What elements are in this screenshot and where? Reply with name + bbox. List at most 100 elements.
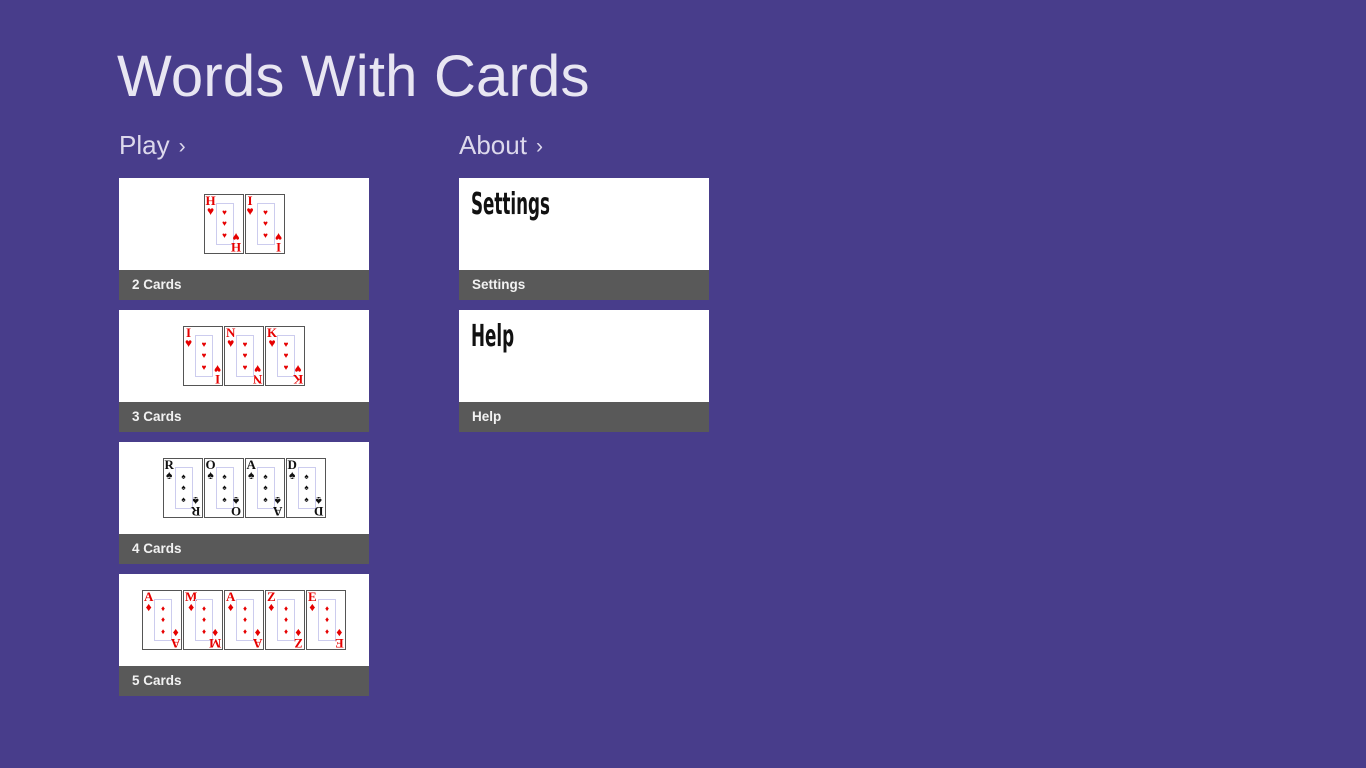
playing-card: A ♦ ♦ ♦ ♦ A ♦ xyxy=(142,590,182,651)
group-header-play-label: Play xyxy=(119,130,170,160)
card-corner-bottom-right: H ♥ xyxy=(231,230,241,255)
playing-card: R ♠ ♠ ♠ ♠ R ♠ xyxy=(162,458,203,519)
card-row-wrapper: A ♦ ♦ ♦ ♦ A ♦ M ♦ ♦ ♦ ♦ M ♦ A ♦ ♦ ♦ ♦ A … xyxy=(119,574,369,666)
card-pip-box: ♠ ♠ ♠ xyxy=(174,467,193,509)
tile-4-cards[interactable]: R ♠ ♠ ♠ ♠ R ♠ O ♠ ♠ ♠ ♠ O ♠ A ♠ ♠ ♠ ♠ A … xyxy=(119,442,369,564)
spades-icon: ♠ xyxy=(248,468,255,482)
card-corner-bottom-right: R ♠ xyxy=(191,494,200,519)
tile-3-cards[interactable]: I ♥ ♥ ♥ ♥ I ♥ N ♥ ♥ ♥ ♥ N ♥ K ♥ ♥ ♥ ♥ K … xyxy=(119,310,369,432)
diamonds-icon: ♦ xyxy=(145,600,152,614)
tile-settings[interactable]: Settings Settings xyxy=(459,178,709,300)
card-pip-box: ♦ ♦ ♦ xyxy=(154,599,172,641)
diamonds-icon: ♦ xyxy=(295,626,302,640)
tile-settings-label: Settings xyxy=(472,277,526,293)
tile-help-art-text: Help xyxy=(471,319,515,354)
card-corner-top-left: A ♦ xyxy=(226,590,235,614)
hearts-icon: ♥ xyxy=(242,362,248,372)
group-header-about[interactable]: About › xyxy=(459,132,709,166)
hearts-icon: ♥ xyxy=(246,204,254,218)
playing-card: N ♥ ♥ ♥ ♥ N ♥ xyxy=(224,326,264,387)
card-corner-bottom-right: A ♦ xyxy=(253,626,262,651)
card-row-wrapper: H ♥ ♥ ♥ ♥ H ♥ I ♥ ♥ ♥ ♥ I ♥ xyxy=(119,178,369,270)
card-pip-box: ♦ ♦ ♦ xyxy=(236,599,254,641)
hearts-icon: ♥ xyxy=(263,230,268,240)
diamonds-icon: ♦ xyxy=(336,626,343,640)
card-corner-top-left: D ♠ xyxy=(288,458,297,482)
tile-help-art: Help xyxy=(459,310,709,402)
hearts-icon: ♥ xyxy=(283,351,289,361)
tile-help[interactable]: Help Help xyxy=(459,310,709,432)
card-row: R ♠ ♠ ♠ ♠ R ♠ O ♠ ♠ ♠ ♠ O ♠ A ♠ ♠ ♠ ♠ A … xyxy=(162,458,326,519)
tile-3-cards-label: 3 Cards xyxy=(132,409,182,425)
spades-icon: ♠ xyxy=(263,483,268,493)
hearts-icon: ♥ xyxy=(201,340,207,350)
card-corner-bottom-right: A ♠ xyxy=(273,494,282,519)
hearts-icon: ♥ xyxy=(263,219,268,229)
tile-settings-art: Settings xyxy=(459,178,709,270)
spades-icon: ♠ xyxy=(289,468,296,482)
card-pip-box: ♠ ♠ ♠ xyxy=(297,467,316,509)
hearts-icon: ♥ xyxy=(222,219,227,229)
hearts-icon: ♥ xyxy=(283,362,289,372)
tiles-about: Settings Settings Help Help xyxy=(459,178,709,432)
spades-icon: ♠ xyxy=(263,472,268,482)
spades-icon: ♠ xyxy=(181,472,186,482)
spades-icon: ♠ xyxy=(181,494,186,504)
card-corner-top-left: I ♥ xyxy=(185,326,192,349)
card-corner-top-left: O ♠ xyxy=(206,458,216,482)
diamonds-icon: ♦ xyxy=(283,615,289,625)
hearts-icon: ♥ xyxy=(207,204,215,218)
tile-5-cards[interactable]: A ♦ ♦ ♦ ♦ A ♦ M ♦ ♦ ♦ ♦ M ♦ A ♦ ♦ ♦ ♦ A … xyxy=(119,574,369,696)
tile-2-cards-label: 2 Cards xyxy=(132,277,182,293)
card-corner-bottom-right: I ♥ xyxy=(213,362,221,387)
card-corner-bottom-right: K ♥ xyxy=(293,362,303,387)
card-row-wrapper: I ♥ ♥ ♥ ♥ I ♥ N ♥ ♥ ♥ ♥ N ♥ K ♥ ♥ ♥ ♥ K … xyxy=(119,310,369,402)
card-corner-bottom-right: E ♦ xyxy=(335,626,344,651)
card-corner-bottom-right: I ♥ xyxy=(275,230,283,255)
tile-2-cards[interactable]: H ♥ ♥ ♥ ♥ H ♥ I ♥ ♥ ♥ ♥ I ♥ 2 Cards xyxy=(119,178,369,300)
hearts-icon: ♥ xyxy=(213,362,221,376)
tile-settings-art-text: Settings xyxy=(471,187,551,222)
tile-3-cards-label-bar: 3 Cards xyxy=(119,402,369,432)
tile-3-cards-art: I ♥ ♥ ♥ ♥ I ♥ N ♥ ♥ ♥ ♥ N ♥ K ♥ ♥ ♥ ♥ K … xyxy=(119,310,369,402)
spades-icon: ♠ xyxy=(222,494,227,504)
card-pip-box: ♥ ♥ ♥ xyxy=(236,335,254,377)
page-title: Words With Cards xyxy=(117,44,590,109)
diamonds-icon: ♦ xyxy=(160,604,166,614)
playing-card: I ♥ ♥ ♥ ♥ I ♥ xyxy=(183,326,223,387)
chevron-right-icon: › xyxy=(178,135,186,158)
tile-help-label-bar: Help xyxy=(459,402,709,432)
card-corner-bottom-right: N ♥ xyxy=(253,362,262,387)
diamonds-icon: ♦ xyxy=(324,626,330,636)
card-corner-top-left: N ♥ xyxy=(226,326,235,349)
card-corner-bottom-right: A ♦ xyxy=(171,626,180,651)
spades-icon: ♠ xyxy=(207,468,214,482)
diamonds-icon: ♦ xyxy=(227,600,234,614)
playing-card: A ♦ ♦ ♦ ♦ A ♦ xyxy=(224,590,264,651)
card-pip-box: ♥ ♥ ♥ xyxy=(256,203,275,245)
hearts-icon: ♥ xyxy=(232,230,240,244)
diamonds-icon: ♦ xyxy=(201,615,207,625)
card-corner-bottom-right: O ♠ xyxy=(231,494,241,519)
hearts-icon: ♥ xyxy=(222,230,227,240)
diamonds-icon: ♦ xyxy=(242,626,248,636)
spades-icon: ♠ xyxy=(315,494,322,508)
tile-2-cards-art: H ♥ ♥ ♥ ♥ H ♥ I ♥ ♥ ♥ ♥ I ♥ xyxy=(119,178,369,270)
hearts-icon: ♥ xyxy=(275,230,283,244)
playing-card: I ♥ ♥ ♥ ♥ I ♥ xyxy=(244,194,285,255)
diamonds-icon: ♦ xyxy=(254,626,261,640)
card-corner-top-left: A ♠ xyxy=(247,458,256,482)
card-row-wrapper: R ♠ ♠ ♠ ♠ R ♠ O ♠ ♠ ♠ ♠ O ♠ A ♠ ♠ ♠ ♠ A … xyxy=(119,442,369,534)
card-corner-top-left: E ♦ xyxy=(308,590,317,613)
group-header-play[interactable]: Play › xyxy=(119,132,369,166)
tile-4-cards-art: R ♠ ♠ ♠ ♠ R ♠ O ♠ ♠ ♠ ♠ O ♠ A ♠ ♠ ♠ ♠ A … xyxy=(119,442,369,534)
diamonds-icon: ♦ xyxy=(160,626,166,636)
card-corner-bottom-right: M ♦ xyxy=(209,626,221,651)
card-pip-box: ♠ ♠ ♠ xyxy=(256,467,275,509)
diamonds-icon: ♦ xyxy=(324,604,330,614)
spades-icon: ♠ xyxy=(166,468,173,482)
hearts-icon: ♥ xyxy=(268,336,276,350)
diamonds-icon: ♦ xyxy=(172,626,179,640)
card-corner-top-left: A ♦ xyxy=(144,590,153,614)
diamonds-icon: ♦ xyxy=(283,604,289,614)
